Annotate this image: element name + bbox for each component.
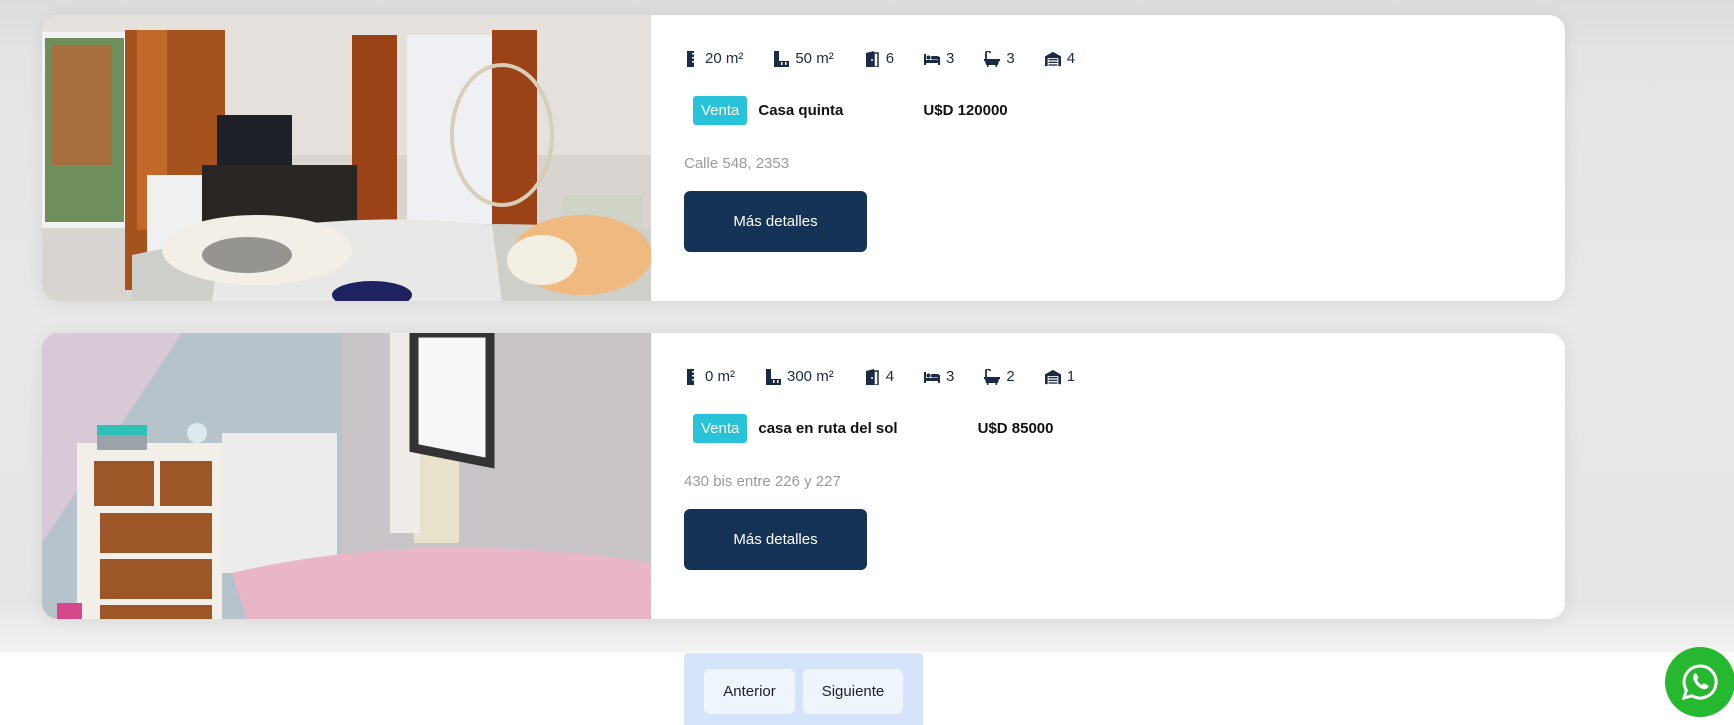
ruler-vertical-icon bbox=[687, 368, 694, 385]
feature-rooms: 6 bbox=[864, 50, 894, 67]
feature-value: 20 m² bbox=[705, 50, 744, 67]
property-info: 0 m² 300 m² 4 3 2 1 Venta casa en ruta d… bbox=[683, 333, 1565, 619]
next-page-button[interactable]: Siguiente bbox=[803, 669, 903, 714]
feature-value: 4 bbox=[885, 368, 895, 385]
property-photo-bedroom[interactable] bbox=[42, 333, 651, 619]
bath-icon bbox=[984, 50, 1001, 67]
more-details-button[interactable]: Más detalles bbox=[684, 509, 867, 570]
feature-garages: 4 bbox=[1044, 50, 1076, 67]
garage-icon bbox=[1044, 369, 1061, 384]
feature-list: 20 m² 50 m² 6 3 3 4 bbox=[683, 50, 1075, 67]
ruler-vertical-icon bbox=[687, 50, 694, 67]
door-icon bbox=[865, 368, 879, 385]
property-price: U$D 85000 bbox=[977, 420, 1054, 437]
property-address: Calle 548, 2353 bbox=[684, 155, 790, 172]
bath-icon bbox=[984, 368, 1001, 385]
feature-covered-area: 0 m² bbox=[683, 368, 735, 385]
feature-value: 3 bbox=[946, 50, 955, 67]
feature-value: 50 m² bbox=[795, 50, 834, 67]
property-price: U$D 120000 bbox=[923, 102, 1008, 119]
bed-icon bbox=[924, 53, 941, 65]
more-details-button[interactable]: Más detalles bbox=[684, 191, 867, 252]
property-type: Casa quinta bbox=[758, 102, 844, 119]
whatsapp-icon bbox=[1681, 664, 1718, 701]
feature-bathrooms: 2 bbox=[984, 368, 1015, 385]
feature-value: 1 bbox=[1066, 368, 1076, 385]
feature-value: 6 bbox=[885, 50, 895, 67]
property-card: 0 m² 300 m² 4 3 2 1 Venta casa en ruta d… bbox=[42, 333, 1565, 619]
pagination: Anterior Siguiente bbox=[684, 653, 923, 725]
feature-garages: 1 bbox=[1044, 368, 1076, 385]
whatsapp-button[interactable] bbox=[1665, 647, 1734, 717]
feature-bedrooms: 3 bbox=[924, 368, 954, 385]
feature-value: 3 bbox=[1006, 50, 1015, 67]
previous-page-button[interactable]: Anterior bbox=[704, 669, 795, 714]
feature-bedrooms: 3 bbox=[924, 50, 954, 67]
operation-badge: Venta bbox=[693, 414, 748, 443]
feature-total-area: 50 m² bbox=[773, 50, 834, 67]
title-row: Venta Casa quinta U$D 120000 bbox=[693, 96, 1008, 125]
property-type: casa en ruta del sol bbox=[758, 420, 898, 437]
feature-value: 0 m² bbox=[705, 368, 735, 385]
feature-list: 0 m² 300 m² 4 3 2 1 bbox=[683, 368, 1075, 385]
door-icon bbox=[865, 50, 879, 67]
garage-icon bbox=[1044, 51, 1061, 66]
feature-bathrooms: 3 bbox=[984, 50, 1015, 67]
property-address: 430 bis entre 226 y 227 bbox=[684, 473, 841, 490]
ruler-combined-icon bbox=[766, 368, 781, 385]
feature-value: 2 bbox=[1006, 368, 1015, 385]
feature-total-area: 300 m² bbox=[765, 368, 834, 385]
feature-value: 300 m² bbox=[787, 368, 834, 385]
title-row: Venta casa en ruta del sol U$D 85000 bbox=[693, 414, 1054, 443]
property-photo-bedroom[interactable] bbox=[42, 15, 651, 301]
feature-covered-area: 20 m² bbox=[683, 50, 743, 67]
operation-badge: Venta bbox=[693, 96, 748, 125]
feature-value: 3 bbox=[946, 368, 955, 385]
property-card: 20 m² 50 m² 6 3 3 4 Venta Casa quinta U$… bbox=[42, 15, 1565, 301]
bed-icon bbox=[924, 371, 941, 383]
ruler-combined-icon bbox=[774, 50, 790, 67]
feature-rooms: 4 bbox=[864, 368, 894, 385]
feature-value: 4 bbox=[1066, 50, 1076, 67]
property-info: 20 m² 50 m² 6 3 3 4 Venta Casa quinta U$… bbox=[683, 15, 1565, 301]
